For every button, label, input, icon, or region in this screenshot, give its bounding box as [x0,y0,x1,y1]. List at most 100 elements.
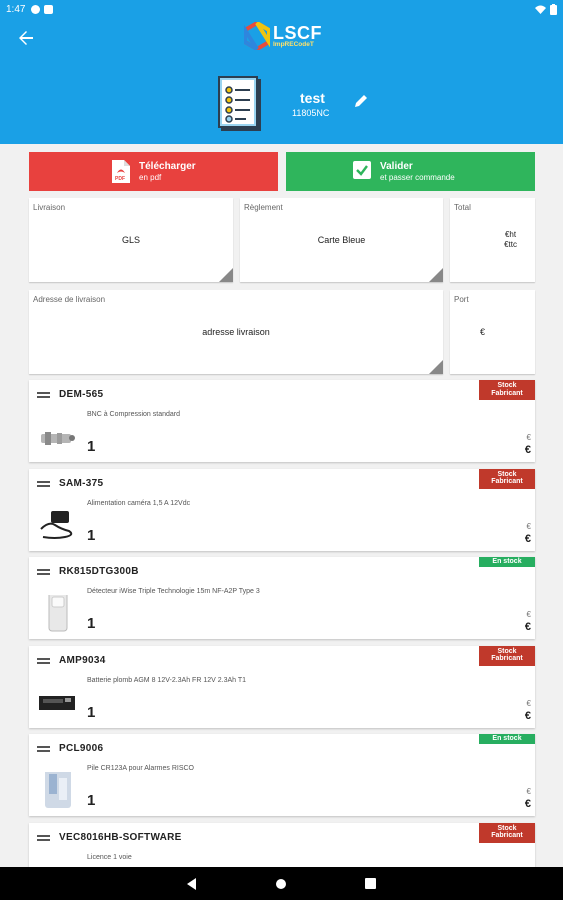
arrow-left-icon [19,31,33,45]
wifi-icon [535,5,546,14]
product-card[interactable]: PCL9006 Pile CR123A pour Alarmes RISCO 1 € €… [29,734,535,816]
logo-subtitle: ImpRECodeT [273,40,314,48]
dropdown-corner-icon [219,268,233,282]
download-sublabel: en pdf [139,172,162,182]
total-label: Total [454,203,471,212]
product-unit-price: € [526,521,531,531]
square-recents-icon [365,878,376,889]
total-box: Total €ht €ttc [450,198,535,282]
validate-label: Valider [380,160,413,172]
product-quantity[interactable]: 1 [87,615,95,632]
product-quantity[interactable]: 1 [87,704,95,721]
drag-handle-icon[interactable] [37,392,50,398]
stock-badge: Stock Fabricant [479,380,535,400]
app-header: LSCF ImpRECodeT test 11805NC [0,18,563,144]
livraison-label: Livraison [33,203,66,212]
order-reference: 11805NC [292,108,330,118]
stock-badge: En stock [479,734,535,744]
livraison-value: GLS [121,235,140,245]
product-reference: VEC8016HB-SOFTWARE [59,831,182,843]
product-description: Batterie plomb AGM 8 12V-2.3Ah FR 12V 2.… [87,676,247,684]
drag-handle-icon[interactable] [37,746,50,752]
nav-home-button[interactable] [275,878,287,890]
livraison-select[interactable]: Livraison GLS [29,198,233,282]
total-ttc: €ttc [504,240,517,249]
drag-handle-icon[interactable] [37,834,50,841]
circle-home-icon [276,878,286,889]
validate-order-button[interactable]: Valider et passer commande [286,152,535,191]
port-value: € [480,327,486,337]
lscf-logo: LSCF ImpRECodeT [244,22,322,50]
product-reference: PCL9006 [59,743,104,754]
order-name: test [300,90,325,106]
drag-handle-icon[interactable] [37,480,50,487]
drag-handle-icon[interactable] [37,569,50,575]
product-total-price: € [524,532,531,545]
product-unit-price: € [526,610,531,619]
product-unit-price: € [526,698,531,708]
power-adapter-image [35,507,79,545]
product-card[interactable]: AMP9034 Batterie plomb AGM 8 12V-2.3Ah FR… [29,645,535,728]
status-time: 1:47 [6,3,26,15]
drag-handle-icon[interactable] [37,657,50,664]
product-total-price: € [524,798,531,810]
product-description: Licence 1 voie [87,853,132,861]
pencil-icon [355,95,367,107]
logo-name: LSCF [273,22,322,43]
status-bar: 1:47 [0,0,563,18]
adresse-value: adresse livraison [202,327,270,337]
triangle-back-icon [187,877,196,890]
svg-text:PDF: PDF [115,176,125,182]
reglement-select[interactable]: Règlement Carte Bleue [240,198,443,282]
dropdown-corner-icon [429,360,443,374]
adresse-label: Adresse de livraison [33,295,106,304]
product-reference: AMP9034 [59,654,106,666]
total-ht: €ht [504,230,517,239]
document-checklist-icon [218,76,261,131]
product-description: BNC à Compression standard [87,411,180,418]
product-card[interactable]: DEM-565 BNC à Compression standard 1 € € Stoc… [29,380,535,462]
lithium-cell-image [35,766,79,810]
battery-icon [550,3,557,15]
battery-image [35,684,79,722]
validate-sublabel: et passer commande [380,172,455,182]
pdf-file-icon: PDF [112,160,130,183]
nav-recents-button[interactable] [365,878,376,889]
adresse-field[interactable]: Adresse de livraison adresse livraison [29,290,443,374]
port-label: Port [454,295,469,304]
edit-button[interactable] [354,94,368,113]
product-total-price: € [524,621,531,633]
hexagon-logo-icon [244,22,270,50]
motion-detector-image [35,590,79,633]
product-quantity[interactable]: 1 [87,438,95,455]
stock-badge: Stock Fabricant [479,645,535,666]
product-description: Détecteur iWise Triple Technologie 15m N… [87,588,260,595]
product-quantity[interactable]: 1 [87,792,95,809]
android-nav-bar [0,867,563,900]
bnc-connector-image [35,418,79,456]
product-reference: DEM-565 [59,389,104,400]
stock-badge: Stock Fabricant [479,468,535,489]
product-unit-price: € [526,787,531,796]
dropdown-corner-icon [429,268,443,282]
product-quantity[interactable]: 1 [87,527,95,544]
storage-icon [44,4,54,14]
reglement-label: Règlement [244,203,283,212]
product-description: Alimentation caméra 1,5 A 12Vdc [87,499,191,507]
notification-icon [31,4,41,14]
port-box: Port € [450,290,535,374]
checkbox-check-icon [353,161,371,179]
product-card[interactable]: RK815DTG300B Détecteur iWise Triple Techn… [29,557,535,639]
stock-badge: Stock Fabricant [479,822,535,843]
product-total-price: € [524,709,531,722]
nav-back-button[interactable] [187,877,197,890]
product-card[interactable]: SAM-375 Alimentation caméra 1,5 A 12Vdc 1 €… [29,468,535,551]
product-reference: RK815DTG300B [59,566,139,577]
product-description: Pile CR123A pour Alarmes RISCO [87,765,194,772]
product-total-price: € [524,444,531,456]
reglement-value: Carte Bleue [317,235,366,245]
product-reference: SAM-375 [59,477,104,489]
back-button[interactable] [14,26,38,50]
download-pdf-button[interactable]: PDF Télécharger en pdf [29,152,278,191]
stock-badge: En stock [479,557,535,567]
